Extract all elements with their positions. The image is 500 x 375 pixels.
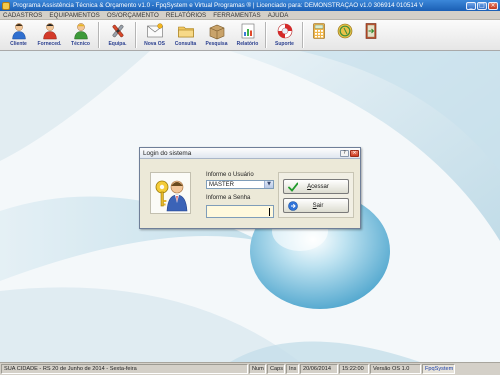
toolbar-button-relatorio[interactable]: Relatório xyxy=(232,20,263,50)
status-ins: Ins xyxy=(286,364,299,374)
client-person-icon xyxy=(11,23,26,40)
text-caret xyxy=(269,208,270,216)
user-select[interactable]: MASTER ▼ xyxy=(206,180,274,189)
toolbar-label-consulta: Consulta xyxy=(174,41,197,47)
dialog-help-button[interactable]: ? xyxy=(340,149,349,157)
menu-ajuda[interactable]: AJUDA xyxy=(268,12,289,19)
status-message: SUA CIDADE - RS 20 de Junho de 2014 - Se… xyxy=(1,364,248,374)
toolbar-label-equipamento: Equipa. xyxy=(108,41,127,47)
toolbar-button-consulta[interactable]: Consulta xyxy=(170,20,201,50)
login-avatar xyxy=(150,172,191,214)
menu-relatorios[interactable]: RELATÓRIOS xyxy=(166,12,206,19)
toolbar-button-suporte[interactable]: Suporte xyxy=(269,20,300,50)
toolbar-button-fornecedor[interactable]: Forneced. xyxy=(34,20,65,50)
toolbar-label-pesquisa: Pesquisa xyxy=(205,41,228,47)
toolbar-label-tecnico: Técnico xyxy=(71,41,90,47)
dialog-button-panel: Acessar Sair xyxy=(278,172,354,218)
toolbar-button-calculadora[interactable] xyxy=(306,20,332,50)
new-order-envelope-icon xyxy=(146,23,163,38)
exit-door-icon xyxy=(365,23,377,39)
chevron-down-icon[interactable]: ▼ xyxy=(264,181,273,188)
toolbar-separator xyxy=(98,22,100,48)
checkmark-icon xyxy=(288,182,298,192)
exit-arrow-icon xyxy=(288,200,298,211)
toolbar-label-cliente: Cliente xyxy=(10,41,27,47)
close-button[interactable]: × xyxy=(488,1,498,10)
status-brand: FpqSystem xyxy=(422,364,455,374)
exit-button-label: Sair xyxy=(312,202,324,209)
menu-cadastros[interactable]: CADASTROS xyxy=(3,12,42,19)
report-icon xyxy=(241,23,254,39)
toolbar-label-relatorio: Relatório xyxy=(236,41,259,47)
login-dialog: Login do sistema ? × Informe o Usuário M… xyxy=(139,147,361,229)
technician-person-icon xyxy=(73,23,88,40)
menu-os-orcamento[interactable]: OS/ORÇAMENTO xyxy=(107,12,159,19)
toolbar: Cliente Forneced. Técnico Equipa. Nova O… xyxy=(0,20,500,51)
toolbar-button-cliente[interactable]: Cliente xyxy=(3,20,34,50)
toolbar-label-nova-os: Nova OS xyxy=(144,41,165,47)
search-folder-icon xyxy=(177,26,194,38)
dialog-close-button[interactable]: × xyxy=(350,149,359,157)
dialog-body: Informe o Usuário MASTER ▼ Informe a Sen… xyxy=(140,159,360,229)
menu-ferramentas[interactable]: FERRAMENTAS xyxy=(213,12,260,19)
support-lifebuoy-icon xyxy=(277,23,292,39)
dialog-title-bar: Login do sistema ? × xyxy=(140,148,360,159)
login-button-label: Acessar xyxy=(307,183,329,190)
exit-button[interactable]: Sair xyxy=(283,198,349,213)
toolbar-button-equipamento[interactable]: Equipa. xyxy=(102,20,133,50)
status-caps: Caps xyxy=(267,364,285,374)
menu-equipamentos[interactable]: EQUIPAMENTOS xyxy=(49,12,99,19)
user-field-label: Informe o Usuário xyxy=(206,172,254,178)
supplier-person-icon xyxy=(42,23,57,40)
status-num: Num xyxy=(249,364,266,374)
password-input[interactable] xyxy=(206,205,274,218)
toolbar-button-pesquisa[interactable]: Pesquisa xyxy=(201,20,232,50)
status-bar: SUA CIDADE - RS 20 de Junho de 2014 - Se… xyxy=(0,362,500,375)
login-button[interactable]: Acessar xyxy=(283,179,349,194)
app-icon xyxy=(2,1,10,10)
toolbar-button-tecnico[interactable]: Técnico xyxy=(65,20,96,50)
calculator-icon xyxy=(313,23,325,39)
status-time: 15:22:00 xyxy=(339,364,369,374)
minimize-button[interactable]: _ xyxy=(466,1,476,10)
status-date: 20/06/2014 xyxy=(300,364,338,374)
menu-bar: CADASTROS EQUIPAMENTOS OS/ORÇAMENTO RELA… xyxy=(0,11,500,20)
toolbar-label-fornecedor: Forneced. xyxy=(37,41,62,47)
password-field-label: Informe a Senha xyxy=(206,195,251,201)
toolbar-button-nova-os[interactable]: Nova OS xyxy=(139,20,170,50)
window-title-bar: Programa Assistência Técnica & Orçamento… xyxy=(0,0,500,11)
box-icon xyxy=(209,24,224,40)
toolbar-separator xyxy=(265,22,267,48)
toolbar-button-financeiro[interactable] xyxy=(332,20,358,50)
dialog-title: Login do sistema xyxy=(143,149,192,157)
toolbar-separator xyxy=(135,22,137,48)
tools-icon xyxy=(112,24,123,38)
toolbar-separator xyxy=(302,22,304,48)
user-key-icon xyxy=(155,180,188,212)
window-title: Programa Assistência Técnica & Orçamento… xyxy=(13,2,424,9)
money-icon xyxy=(337,23,353,39)
maximize-button[interactable]: □ xyxy=(477,1,487,10)
toolbar-button-sair[interactable] xyxy=(358,20,384,50)
toolbar-label-suporte: Suporte xyxy=(275,41,294,47)
status-version: Versão OS 1.0 xyxy=(370,364,421,374)
user-select-value: MASTER xyxy=(209,181,235,188)
